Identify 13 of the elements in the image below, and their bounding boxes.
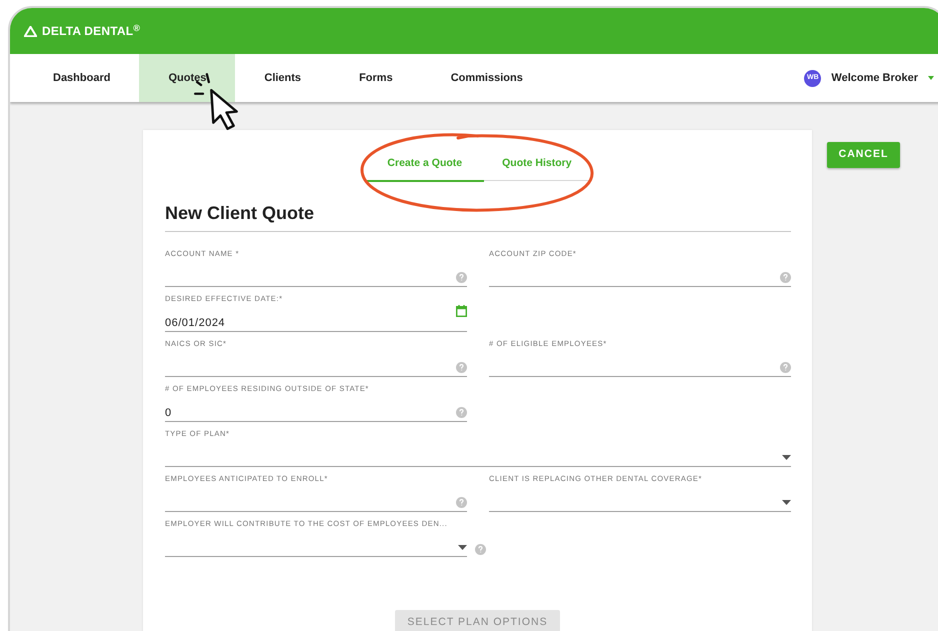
nav-tab[interactable]: Clients <box>235 54 330 102</box>
quote-tab[interactable]: Quote History <box>484 156 590 181</box>
user-menu[interactable]: Welcome Broker <box>831 70 918 86</box>
nav-tab[interactable]: Commissions <box>422 54 552 102</box>
field-value: 0 <box>165 408 172 419</box>
quote-tab[interactable]: Create a Quote <box>365 156 484 182</box>
nav-tab[interactable]: Quotes <box>139 54 236 102</box>
cancel-button[interactable]: CANCEL <box>827 142 900 168</box>
nav-tab[interactable]: Forms <box>330 54 422 102</box>
logo-text: DELTA DENTAL$^{®}$ <box>42 22 140 40</box>
nav-tab[interactable]: Dashboard <box>24 54 140 102</box>
form-title: New Client Quote <box>165 202 316 225</box>
field-value: 06/01/2024 <box>165 318 226 329</box>
